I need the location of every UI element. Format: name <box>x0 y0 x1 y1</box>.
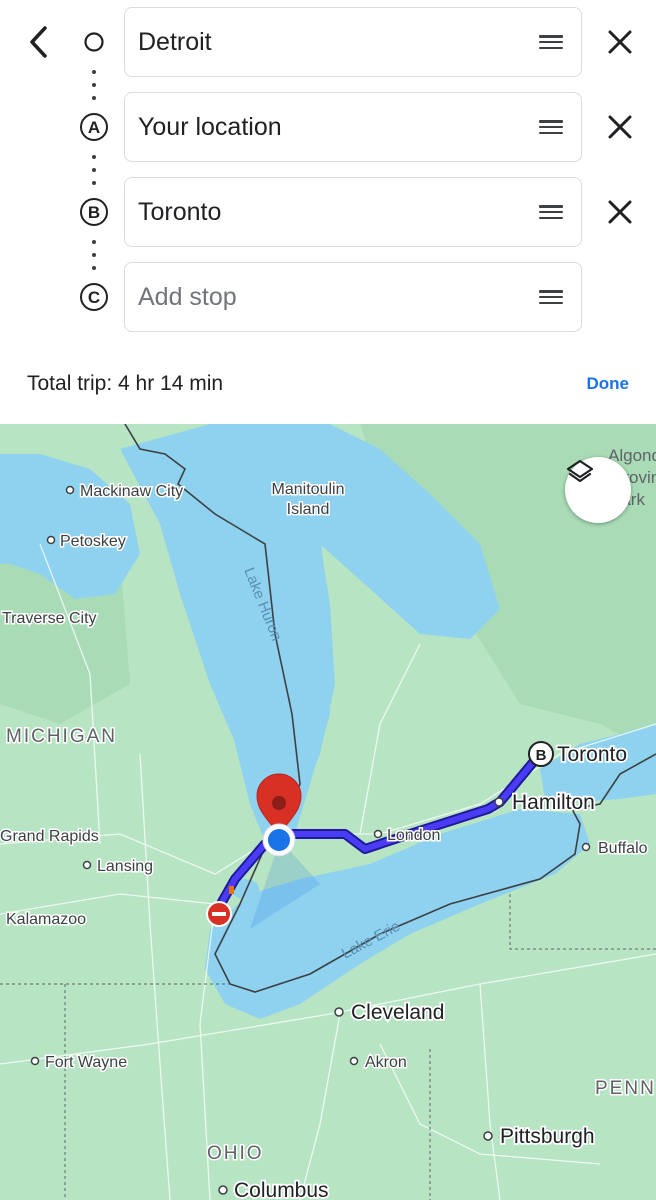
label-ohio: OHIO <box>207 1143 264 1164</box>
arrow-back-icon <box>30 26 47 58</box>
label-michigan: MICHIGAN <box>6 726 117 747</box>
directions-panel: Detroit A Your location B Toronto C Add … <box>0 0 656 424</box>
drag-handle-icon[interactable] <box>539 120 563 134</box>
label-toronto: Toronto <box>557 743 627 766</box>
stop-b-field[interactable]: Toronto <box>124 177 582 247</box>
stop-b-letter: B <box>88 203 100 222</box>
route-connector-dots <box>92 240 96 270</box>
label-cleveland: Cleveland <box>351 1001 444 1024</box>
destination-b-letter: B <box>536 747 547 764</box>
layers-icon <box>566 459 594 483</box>
stop-a-letter: A <box>88 118 100 137</box>
stop-b-value: Toronto <box>138 197 222 226</box>
city-dot <box>483 1131 493 1141</box>
stop-b-marker-icon: B <box>79 197 109 227</box>
map-layers-button[interactable] <box>565 457 631 523</box>
city-dot <box>46 535 56 545</box>
close-icon <box>608 30 632 54</box>
total-trip-time: Total trip: 4 hr 14 min <box>27 372 224 395</box>
stop-a-field[interactable]: Your location <box>124 92 582 162</box>
done-button[interactable]: Done <box>587 374 630 394</box>
origin-field[interactable]: Detroit <box>124 7 582 77</box>
label-penn: PENN <box>595 1078 656 1099</box>
label-fort-wayne: Fort Wayne <box>45 1054 127 1071</box>
stop-a-marker-icon: A <box>79 112 109 142</box>
city-dot <box>218 1185 228 1195</box>
route-connector-dots <box>92 155 96 185</box>
remove-stop-a-button[interactable] <box>600 107 640 147</box>
current-location-icon <box>262 823 296 857</box>
route-connector-dots <box>92 70 96 100</box>
city-dot <box>494 797 504 807</box>
label-london: London <box>387 827 440 844</box>
traffic-incident-icon <box>229 886 234 894</box>
label-grand-rapids: Grand Rapids <box>0 828 99 845</box>
label-akron: Akron <box>365 1054 407 1071</box>
add-stop-field[interactable]: Add stop <box>124 262 582 332</box>
city-dot <box>82 860 92 870</box>
label-columbus: Columbus <box>234 1179 329 1200</box>
label-pittsburgh: Pittsburgh <box>500 1125 595 1148</box>
label-kalamazoo: Kalamazoo <box>6 911 86 928</box>
label-hamilton: Hamilton <box>512 791 595 814</box>
destination-b-marker-icon[interactable]: B <box>528 741 554 767</box>
label-lansing: Lansing <box>97 858 153 875</box>
origin-marker-icon <box>79 27 109 57</box>
back-button[interactable] <box>20 22 56 62</box>
label-petoskey: Petoskey <box>60 533 126 550</box>
city-dot <box>349 1056 359 1066</box>
road-closure-icon[interactable] <box>206 901 232 927</box>
stop-c-marker-icon: C <box>79 282 109 312</box>
drag-handle-icon[interactable] <box>539 205 563 219</box>
close-icon <box>608 115 632 139</box>
remove-stop-b-button[interactable] <box>600 192 640 232</box>
stop-c-letter: C <box>88 288 100 307</box>
label-buffalo: Buffalo <box>598 840 648 857</box>
drag-handle-icon[interactable] <box>539 290 563 304</box>
label-traverse-city: Traverse City <box>2 610 97 627</box>
origin-value: Detroit <box>138 27 212 56</box>
close-icon <box>608 200 632 224</box>
city-dot <box>30 1056 40 1066</box>
stop-a-value: Your location <box>138 112 282 141</box>
map-view[interactable]: Mackinaw City Manitoulin Island Petoskey … <box>0 424 656 1200</box>
map-canvas[interactable]: Mackinaw City Manitoulin Island Petoskey … <box>0 424 656 1200</box>
city-dot <box>65 485 75 495</box>
city-dot <box>373 829 383 839</box>
label-mackinaw-city: Mackinaw City <box>80 483 183 500</box>
city-dot <box>581 842 591 852</box>
drag-handle-icon[interactable] <box>539 35 563 49</box>
add-stop-placeholder: Add stop <box>138 282 237 311</box>
city-dot <box>334 1007 344 1017</box>
remove-origin-button[interactable] <box>600 22 640 62</box>
